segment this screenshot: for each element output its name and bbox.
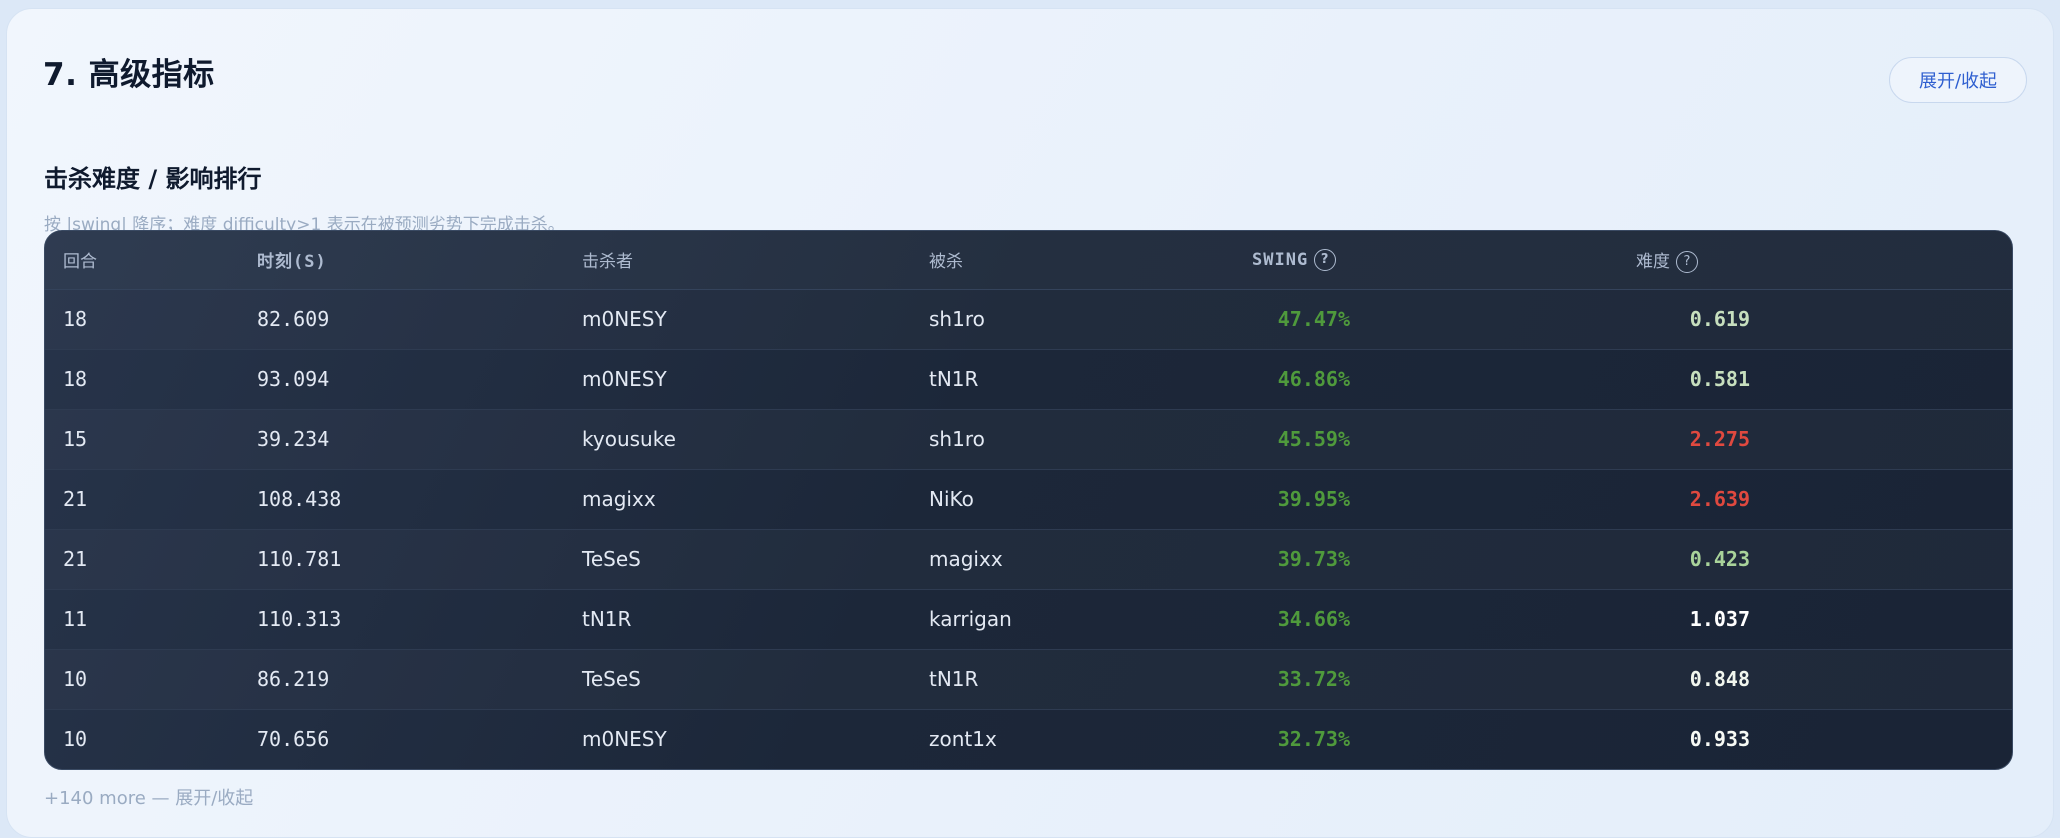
cell-round: 11	[45, 589, 239, 650]
cell-time: 110.313	[239, 589, 564, 650]
cell-time: 93.094	[239, 349, 564, 410]
cell-time: 108.438	[239, 469, 564, 530]
cell-swing: 39.95%	[1222, 469, 1618, 530]
cell-victim: tN1R	[911, 349, 1222, 410]
cell-killer: kyousuke	[564, 409, 911, 470]
cell-victim: karrigan	[911, 589, 1222, 650]
column-header-victim: 被杀	[911, 231, 1222, 290]
cell-round: 21	[45, 529, 239, 590]
cell-time: 86.219	[239, 649, 564, 710]
cell-victim: sh1ro	[911, 289, 1222, 350]
cell-round: 10	[45, 649, 239, 710]
cell-victim: tN1R	[911, 649, 1222, 710]
cell-killer: tN1R	[564, 589, 911, 650]
cell-difficulty: 0.848	[1618, 649, 2012, 710]
cell-killer: magixx	[564, 469, 911, 530]
column-header-difficulty-label: 难度	[1636, 251, 1670, 272]
column-header-swing-label: SWING	[1252, 249, 1309, 270]
cell-swing: 47.47%	[1222, 289, 1618, 350]
column-header-time: 时刻(S)	[239, 231, 564, 290]
cell-round: 15	[45, 409, 239, 470]
table-row: 18 82.609 m0NESY sh1ro 47.47% 0.619	[45, 289, 2012, 350]
cell-time: 39.234	[239, 409, 564, 470]
cell-difficulty: 0.423	[1618, 529, 2012, 590]
table-row: 21 110.781 TeSeS magixx 39.73% 0.423	[45, 529, 2012, 590]
cell-swing: 46.86%	[1222, 349, 1618, 410]
table-row: 21 108.438 magixx NiKo 39.95% 2.639	[45, 469, 2012, 530]
column-header-swing: SWING?	[1222, 231, 1618, 290]
cell-victim: magixx	[911, 529, 1222, 590]
expand-collapse-button[interactable]: 展开/收起	[1889, 57, 2027, 103]
cell-swing: 33.72%	[1222, 649, 1618, 710]
swing-help-icon[interactable]: ?	[1314, 248, 1337, 271]
kill-table-title: 击杀难度 / 影响排行	[44, 165, 262, 193]
cell-difficulty: 2.275	[1618, 409, 2012, 470]
cell-time: 110.781	[239, 529, 564, 590]
cell-round: 21	[45, 469, 239, 530]
cell-time: 70.656	[257, 727, 330, 752]
cell-round: 18	[45, 289, 239, 350]
table-row: 18 93.094 m0NESY tN1R 46.86% 0.581	[45, 349, 2012, 410]
column-header-round: 回合	[45, 231, 239, 290]
table-row: 11 110.313 tN1R karrigan 34.66% 1.037	[45, 589, 2012, 650]
cell-killer: TeSeS	[564, 529, 911, 590]
section-title: 7. 高级指标	[43, 57, 215, 93]
advanced-metrics-panel: 7. 高级指标 展开/收起 击杀难度 / 影响排行 按 |swing| 降序；难…	[6, 8, 2054, 838]
kill-impact-table: 回合 时刻(S) 击杀者 被杀 SWING? 难度? 18 82.609 m0NES…	[44, 230, 2013, 770]
column-header-killer: 击杀者	[564, 231, 911, 290]
cell-swing: 39.73%	[1222, 529, 1618, 590]
cell-killer: TeSeS	[564, 649, 911, 710]
cell-victim: sh1ro	[911, 409, 1222, 470]
cell-victim: NiKo	[911, 469, 1222, 530]
column-header-difficulty: 难度?	[1618, 231, 2012, 290]
cell-victim: zont1x	[929, 727, 997, 752]
table-row: 10 70.656 m0NESY zont1x 32.73% 0.933	[45, 709, 2012, 769]
cell-round: 10	[63, 727, 88, 752]
cell-difficulty: 0.933	[1689, 727, 1750, 752]
table-row: 10 86.219 TeSeS tN1R 33.72% 0.848	[45, 649, 2012, 710]
cell-swing: 45.59%	[1222, 409, 1618, 470]
cell-killer: m0NESY	[564, 349, 911, 410]
table-header-row: 回合 时刻(S) 击杀者 被杀 SWING? 难度?	[45, 231, 2012, 290]
table-row: 15 39.234 kyousuke sh1ro 45.59% 2.275	[45, 409, 2012, 470]
cell-time: 82.609	[239, 289, 564, 350]
difficulty-help-icon[interactable]: ?	[1676, 250, 1698, 273]
cell-swing: 32.73%	[1277, 727, 1350, 752]
cell-difficulty: 0.581	[1618, 349, 2012, 410]
cell-killer: m0NESY	[582, 727, 667, 752]
cell-difficulty: 0.619	[1618, 289, 2012, 350]
more-rows-link[interactable]: +140 more — 展开/收起	[44, 784, 253, 810]
cell-difficulty: 2.639	[1618, 469, 2012, 530]
cell-swing: 34.66%	[1222, 589, 1618, 650]
cell-killer: m0NESY	[564, 289, 911, 350]
cell-round: 18	[45, 349, 239, 410]
cell-difficulty: 1.037	[1618, 589, 2012, 650]
